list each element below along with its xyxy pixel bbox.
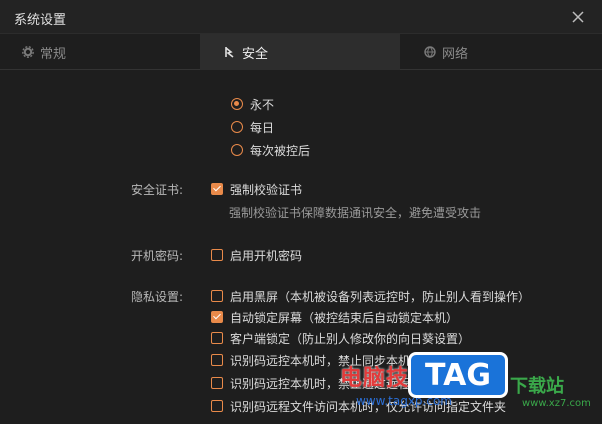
title-bar: 系统设置 xyxy=(0,0,602,34)
tab-network[interactable]: 网络 xyxy=(400,34,600,70)
boot-password-label: 开机密码: xyxy=(130,249,183,263)
radio-button[interactable] xyxy=(231,98,243,110)
radio-label: 每日 xyxy=(250,120,275,135)
privacy-option-client-lock[interactable]: 客户端锁定（防止别人修改你的向日葵设置） xyxy=(211,329,470,347)
watermark-side-text: 下载站 xyxy=(510,376,564,397)
tab-bar: 常规 安全 网络 xyxy=(0,34,602,70)
checkbox[interactable] xyxy=(211,400,223,412)
security-icon xyxy=(224,46,236,58)
radio-button[interactable] xyxy=(231,121,243,133)
tab-security[interactable]: 安全 xyxy=(200,34,400,70)
watermark-side-url: www.xz7.com xyxy=(522,398,591,409)
tab-general[interactable]: 常规 xyxy=(0,34,200,70)
checkbox[interactable] xyxy=(211,377,223,389)
window-title: 系统设置 xyxy=(14,13,67,28)
radio-button[interactable] xyxy=(231,144,243,156)
boot-password-option[interactable]: 启用开机密码 xyxy=(211,246,302,264)
checkbox-label: 启用开机密码 xyxy=(230,248,303,263)
checkbox-label: 启用黑屏（本机被设备列表远控时，防止别人看到操作） xyxy=(230,289,531,304)
tab-label: 安全 xyxy=(242,46,269,62)
certificate-hint: 强制校验证书保障数据通讯安全，避免遭受攻击 xyxy=(229,206,482,220)
close-icon[interactable] xyxy=(568,7,588,27)
tab-label: 网络 xyxy=(442,46,469,62)
checkbox[interactable] xyxy=(211,311,223,323)
checkbox[interactable] xyxy=(211,354,223,366)
tab-label: 常规 xyxy=(40,46,67,62)
privacy-label: 隐私设置: xyxy=(130,290,183,304)
certificate-label: 安全证书: xyxy=(130,183,183,197)
privacy-option-auto-lock[interactable]: 自动锁定屏幕（被控结束后自动锁定本机） xyxy=(211,308,458,326)
checkbox-label: 强制校验证书 xyxy=(230,182,303,197)
radio-label: 每次被控后 xyxy=(250,143,311,158)
checkbox[interactable] xyxy=(211,183,223,195)
checkbox-label: 自动锁定屏幕（被控结束后自动锁定本机） xyxy=(230,310,459,325)
watermark-logo: TAG xyxy=(408,352,508,398)
gear-icon xyxy=(22,46,34,58)
globe-icon xyxy=(424,46,436,58)
radio-option-after-control[interactable]: 每次被控后 xyxy=(231,141,310,159)
radio-label: 永不 xyxy=(250,97,275,112)
radio-option-daily[interactable]: 每日 xyxy=(231,118,274,136)
checkbox[interactable] xyxy=(211,332,223,344)
checkbox[interactable] xyxy=(211,249,223,261)
certificate-option[interactable]: 强制校验证书 xyxy=(211,180,302,198)
checkbox-label: 客户端锁定（防止别人修改你的向日葵设置） xyxy=(230,331,471,346)
checkbox[interactable] xyxy=(211,290,223,302)
radio-option-never[interactable]: 永不 xyxy=(231,95,274,113)
privacy-option-black-screen[interactable]: 启用黑屏（本机被设备列表远控时，防止别人看到操作） xyxy=(211,287,530,305)
